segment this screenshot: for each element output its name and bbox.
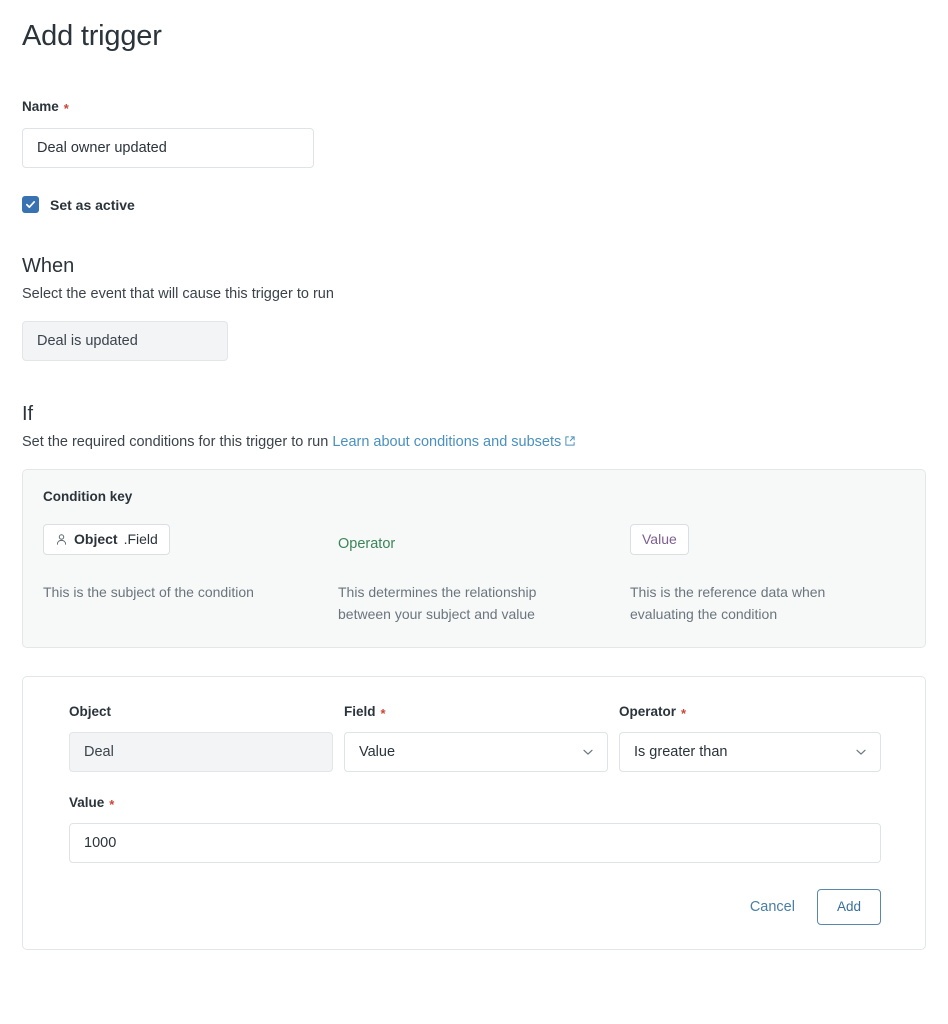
object-input-wrapper: Deal xyxy=(69,732,333,772)
set-as-active-checkbox[interactable] xyxy=(22,196,39,213)
operator-chip: Operator xyxy=(338,524,395,565)
operator-description: This determines the relationship between… xyxy=(338,581,630,625)
when-section: When Select the event that will cause th… xyxy=(22,253,926,361)
field-select-wrapper: Value xyxy=(344,732,608,772)
operator-select-wrapper: Is greater than xyxy=(619,732,881,772)
when-event-wrapper: Deal is updated xyxy=(22,321,228,361)
object-label-text: Object xyxy=(69,703,111,721)
operator-cell: Operator * Is greater than xyxy=(619,703,881,772)
object-field-chip-bold: Object xyxy=(74,531,118,548)
value-label: Value * xyxy=(69,794,881,812)
object-cell: Object Deal xyxy=(69,703,333,772)
set-as-active-row[interactable]: Set as active xyxy=(22,196,926,213)
set-as-active-label: Set as active xyxy=(50,197,135,213)
value-required-asterisk: * xyxy=(109,798,114,811)
if-section: If Set the required conditions for this … xyxy=(22,401,926,648)
add-button[interactable]: Add xyxy=(817,889,881,925)
name-field-group: Name * Deal owner updated xyxy=(22,98,926,168)
operator-label-text: Operator xyxy=(619,703,676,721)
cancel-button[interactable]: Cancel xyxy=(746,893,799,921)
value-cell: Value * 1000 xyxy=(69,794,881,863)
if-title: If xyxy=(22,401,926,427)
object-input[interactable]: Deal xyxy=(69,732,333,772)
value-label-text: Value xyxy=(69,794,104,812)
condition-card-actions: Cancel Add xyxy=(69,889,881,925)
name-label: Name * xyxy=(22,98,926,116)
chevron-down-icon xyxy=(854,745,868,759)
condition-editor-row: Object Deal Field * Value xyxy=(69,703,881,772)
operator-label: Operator * xyxy=(619,703,881,721)
object-field-chip[interactable]: Object .Field xyxy=(43,524,170,555)
condition-key-descriptions-row: This is the subject of the condition Thi… xyxy=(43,565,905,625)
learn-link-text: Learn about conditions and subsets xyxy=(332,434,561,450)
when-subtitle: Select the event that will cause this tr… xyxy=(22,284,926,304)
learn-about-conditions-link[interactable]: Learn about conditions and subsets xyxy=(332,434,576,450)
operator-required-asterisk: * xyxy=(681,707,686,720)
when-title: When xyxy=(22,253,926,279)
field-label: Field * xyxy=(344,703,608,721)
chevron-down-icon xyxy=(581,745,595,759)
operator-chip-label: Operator xyxy=(338,530,395,559)
required-asterisk: * xyxy=(64,102,69,115)
person-icon xyxy=(55,533,68,546)
condition-key-panel: Condition key Object .Field xyxy=(22,469,926,648)
if-subtitle-row: Set the required conditions for this tri… xyxy=(22,432,926,452)
field-label-text: Field xyxy=(344,703,376,721)
value-chip-wrapper: Value xyxy=(630,524,905,565)
condition-editor-card: Object Deal Field * Value xyxy=(22,676,926,950)
value-chip-label: Value xyxy=(642,531,677,548)
object-field-chip-rest: .Field xyxy=(124,531,158,548)
field-cell: Field * Value xyxy=(344,703,608,772)
field-required-asterisk: * xyxy=(381,707,386,720)
if-subtitle-text: Set the required conditions for this tri… xyxy=(22,434,328,450)
object-field-chip-wrapper: Object .Field xyxy=(43,524,338,565)
add-trigger-page: Add trigger Name * Deal owner updated Se… xyxy=(0,0,948,950)
name-input[interactable]: Deal owner updated xyxy=(22,128,314,168)
value-input[interactable]: 1000 xyxy=(69,823,881,863)
field-select[interactable]: Value xyxy=(344,732,608,772)
operator-select-value: Is greater than xyxy=(634,744,728,760)
object-field-description: This is the subject of the condition xyxy=(43,581,338,625)
operator-chip-wrapper: Operator xyxy=(338,524,630,565)
name-label-text: Name xyxy=(22,98,59,116)
page-title: Add trigger xyxy=(22,18,926,54)
external-link-icon xyxy=(564,435,576,447)
value-input-wrapper: 1000 xyxy=(69,823,881,863)
object-label: Object xyxy=(69,703,333,721)
check-icon xyxy=(25,199,36,210)
field-select-value: Value xyxy=(359,744,395,760)
value-chip[interactable]: Value xyxy=(630,524,689,555)
name-input-wrapper: Deal owner updated xyxy=(22,128,314,168)
when-event-select[interactable]: Deal is updated xyxy=(22,321,228,361)
value-description: This is the reference data when evaluati… xyxy=(630,581,905,625)
condition-key-chips-row: Object .Field Operator Value xyxy=(43,524,905,565)
operator-select[interactable]: Is greater than xyxy=(619,732,881,772)
condition-key-title: Condition key xyxy=(43,488,905,506)
